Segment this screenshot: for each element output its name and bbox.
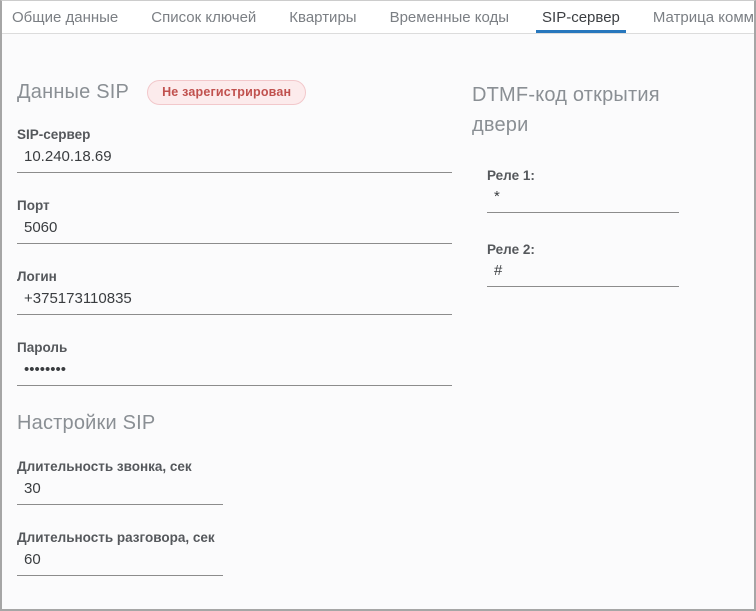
password-field: Пароль [17, 340, 452, 386]
tab-key-list[interactable]: Список ключей [145, 1, 262, 33]
talk-duration-label: Длительность разговора, сек [17, 530, 215, 545]
port-field: Порт [17, 198, 452, 244]
relay1-label: Реле 1: [487, 168, 535, 183]
tab-apartments[interactable]: Квартиры [283, 1, 362, 33]
tab-temporary-codes[interactable]: Временные коды [384, 1, 515, 33]
sip-server-field: SIP-сервер [17, 127, 452, 173]
password-label: Пароль [17, 340, 68, 355]
dtmf-heading: DTMF-код открытия двери [472, 84, 660, 136]
status-badge: Не зарегистрирован [147, 80, 307, 105]
app-window: Общие данные Список ключей Квартиры Врем… [0, 0, 756, 611]
relay1-input[interactable] [487, 187, 679, 213]
dtmf-fields: Реле 1: Реле 2: [472, 168, 687, 287]
relay1-field: Реле 1: [487, 168, 679, 213]
login-field: Логин [17, 269, 452, 315]
call-duration-label: Длительность звонка, сек [17, 459, 192, 474]
sip-data-header: Данные SIP Не зарегистрирован [17, 80, 452, 105]
tab-switching-matrix[interactable]: Матрица коммутат [647, 1, 754, 33]
relay2-field: Реле 2: [487, 242, 679, 287]
port-label: Порт [17, 198, 50, 213]
sip-form-column: Данные SIP Не зарегистрирован SIP-сервер… [17, 80, 452, 609]
talk-duration-input[interactable] [17, 550, 223, 576]
sip-data-heading: Данные SIP [17, 81, 130, 103]
call-duration-field: Длительность звонка, сек [17, 459, 223, 505]
sip-server-panel: Данные SIP Не зарегистрирован SIP-сервер… [2, 34, 754, 609]
tab-general-data[interactable]: Общие данные [6, 1, 124, 33]
dtmf-column: DTMF-код открытия двери Реле 1: Реле 2: [472, 80, 687, 316]
sip-settings-heading: Настройки SIP [17, 412, 156, 434]
login-label: Логин [17, 269, 57, 284]
login-input[interactable] [17, 289, 452, 315]
call-duration-input[interactable] [17, 479, 223, 505]
talk-duration-field: Длительность разговора, сек [17, 530, 223, 576]
tab-bar: Общие данные Список ключей Квартиры Врем… [2, 1, 754, 34]
tab-sip-server[interactable]: SIP-сервер [536, 1, 626, 33]
password-input[interactable] [17, 360, 452, 386]
relay2-input[interactable] [487, 261, 679, 287]
relay2-label: Реле 2: [487, 242, 535, 257]
sip-server-label: SIP-сервер [17, 127, 91, 142]
sip-server-input[interactable] [17, 147, 452, 173]
port-input[interactable] [17, 218, 452, 244]
